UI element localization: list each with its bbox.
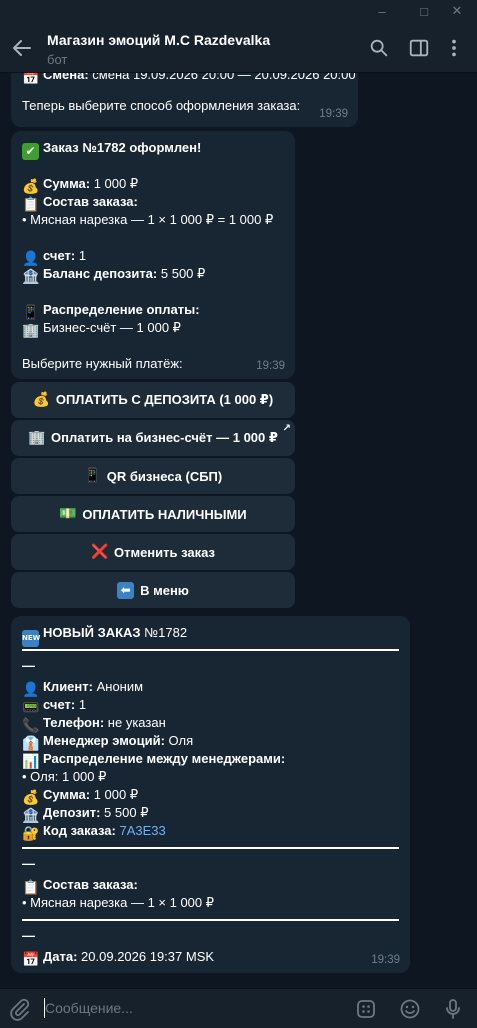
message-time: 19:39 (319, 108, 348, 120)
chat-history[interactable]: 📅 Смена: смена 19.09.2026 20:00 — 20.09.2… (0, 73, 477, 988)
back-arrow-icon: ⬅ (117, 581, 135, 599)
divider-dash: — (22, 928, 35, 943)
divider (22, 919, 399, 921)
divider (22, 649, 399, 651)
mobile-phone-icon: 📱 (83, 467, 102, 484)
message-text: Теперь выберите способ оформления заказа… (22, 98, 301, 113)
cancel-order-button[interactable]: ❌ Отменить заказ (11, 534, 295, 570)
calendar-icon: 📅 (22, 73, 40, 86)
business-qr-button[interactable]: 📱 QR бизнеса (СБП) (11, 458, 295, 494)
message-composer: Сообщение... (0, 988, 477, 1028)
message-time: 19:39 (256, 360, 285, 372)
calendar-icon: 📅 (22, 952, 40, 968)
split-line: • Оля: 1 000 ₽ (22, 769, 107, 784)
paperclip-icon[interactable] (8, 997, 32, 1021)
bank-icon: 🏦 (22, 269, 40, 285)
pay-business-account-button[interactable]: 🏢 Оплатить на бизнес-счёт — 1 000 ₽ ↗ (11, 420, 295, 456)
order-item-line: • Мясная нарезка — 1 × 1 000 ₽ = 1 000 ₽ (22, 212, 274, 227)
order-created-message: ✔ Заказ №1782 оформлен! 💰 Сумма: 1 000 ₽ 📋… (11, 131, 295, 379)
external-link-icon: ↗ (282, 423, 291, 434)
bot-commands-icon[interactable] (354, 997, 378, 1021)
chat-title[interactable]: Магазин эмоций M.C Razdevalka (47, 32, 270, 48)
search-icon[interactable] (368, 37, 390, 59)
message-input[interactable]: Сообщение... (45, 1000, 133, 1016)
window-titlebar: – □ ✕ (0, 0, 477, 22)
pay-from-deposit-button[interactable]: 💰 ОПЛАТИТЬ С ДЕПОЗИТА (1 000 ₽) (11, 382, 295, 418)
banknote-icon: 💵 (59, 505, 77, 522)
back-arrow-icon[interactable] (10, 36, 34, 60)
lock-key-icon: 🔐 (22, 826, 40, 842)
divider (22, 847, 399, 849)
check-mark-icon: ✔ (22, 143, 39, 160)
message-bubble: 📅 Смена: смена 19.09.2026 20:00 — 20.09.2… (11, 73, 358, 127)
message-text: Выберите нужный платёж: (22, 356, 183, 371)
divider-dash: — (22, 856, 35, 871)
back-to-menu-button[interactable]: ⬅ В меню (11, 572, 295, 608)
chat-subtitle: бот (47, 52, 68, 67)
chat-header: Магазин эмоций M.C Razdevalka бот (0, 22, 477, 73)
office-building-icon: 🏢 (28, 429, 46, 446)
emoji-icon[interactable] (398, 997, 422, 1021)
minimize-button[interactable]: – (362, 0, 402, 22)
sidebar-toggle-icon[interactable] (408, 37, 430, 59)
money-bag-icon: 💰 (32, 391, 51, 408)
order-item-line: • Мясная нарезка — 1 × 1 000 ₽ (22, 895, 215, 910)
new-order-message: NEW НОВЫЙ ЗАКАЗ №1782 — 👤 Клиент: Аноним 📟… (11, 616, 410, 973)
close-window-button[interactable]: ✕ (437, 0, 477, 22)
order-code-link[interactable]: 7A3E33 (119, 823, 165, 838)
pay-cash-button[interactable]: 💵 ОПЛАТИТЬ НАЛИЧНЫМИ (11, 496, 295, 532)
divider-dash: — (22, 658, 35, 673)
cross-mark-icon: ❌ (90, 543, 109, 560)
microphone-icon[interactable] (441, 997, 465, 1021)
message-time: 19:39 (371, 954, 400, 966)
new-badge-icon: NEW (22, 630, 40, 647)
more-menu-icon[interactable] (443, 37, 465, 59)
office-building-icon: 🏢 (22, 323, 40, 339)
